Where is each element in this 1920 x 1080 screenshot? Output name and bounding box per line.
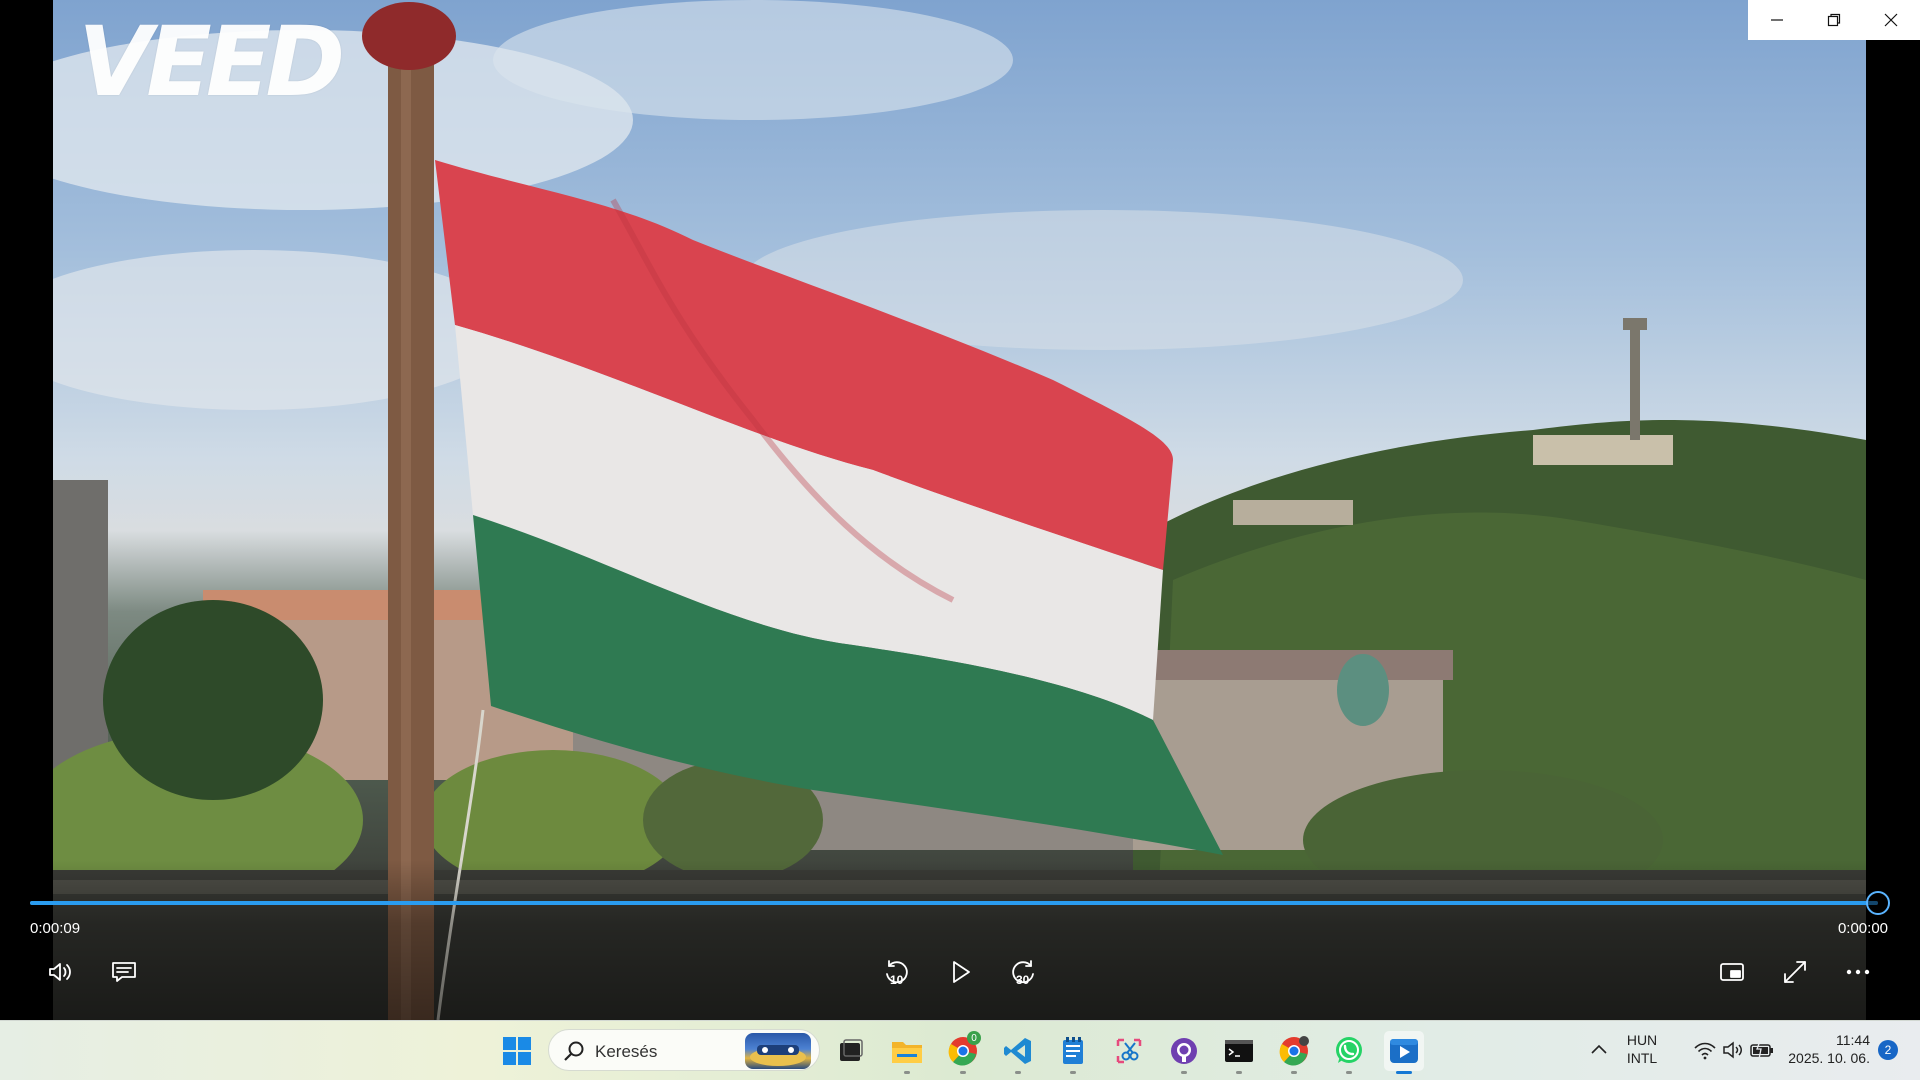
running-indicator — [1015, 1071, 1021, 1074]
task-view-icon — [840, 1039, 863, 1061]
close-icon — [1884, 13, 1897, 27]
language-code: HUN — [1626, 1032, 1658, 1048]
search-highlight-icon — [750, 1045, 806, 1066]
file-explorer-button[interactable] — [887, 1031, 927, 1074]
mini-view-button[interactable] — [1710, 950, 1754, 994]
file-explorer-icon — [892, 1042, 922, 1063]
language-indicator[interactable]: HUN INTL — [1618, 1031, 1666, 1067]
start-icon — [503, 1037, 531, 1065]
media-player-icon — [1390, 1039, 1418, 1063]
notepad-icon — [1063, 1037, 1083, 1064]
clock-time: 11:44 — [1836, 1032, 1870, 1048]
start-button[interactable] — [497, 1031, 537, 1071]
mini-view-icon — [1720, 963, 1744, 981]
controls-overlay — [0, 860, 1920, 1020]
minimize-button[interactable] — [1748, 0, 1805, 40]
search-highlight-image[interactable] — [745, 1033, 811, 1069]
play-button[interactable] — [938, 950, 982, 994]
skip-back-seconds: 10 — [890, 973, 904, 987]
seek-bar-thumb[interactable] — [1866, 891, 1890, 915]
search-placeholder: Keresés — [595, 1042, 658, 1061]
running-indicator — [1396, 1071, 1412, 1074]
skip-forward-seconds: 30 — [1016, 973, 1030, 987]
seek-bar[interactable] — [30, 891, 1890, 915]
veed-watermark-logo: VEED — [78, 6, 345, 118]
whatsapp-icon — [1336, 1037, 1362, 1063]
notepad-button[interactable] — [1053, 1031, 1093, 1074]
chevron-up-icon — [1591, 1044, 1607, 1054]
terminal-icon — [1225, 1040, 1253, 1062]
running-indicator — [1236, 1071, 1242, 1074]
clock[interactable]: 11:44 2025. 10. 06. — [1770, 1031, 1870, 1067]
task-view-button[interactable] — [831, 1031, 871, 1071]
play-icon — [953, 961, 970, 983]
restore-icon — [1827, 13, 1840, 27]
minimize-icon — [1770, 19, 1783, 21]
fullscreen-icon — [1784, 961, 1806, 983]
search-icon — [564, 1041, 584, 1061]
skip-back-button[interactable]: 10 — [874, 950, 918, 994]
running-indicator — [904, 1071, 910, 1074]
running-indicator — [1070, 1071, 1076, 1074]
running-indicator — [1291, 1071, 1297, 1074]
more-options-button[interactable] — [1836, 950, 1880, 994]
chrome-profile-icon — [1279, 1036, 1309, 1066]
restore-button[interactable] — [1805, 0, 1862, 40]
chrome-profile-button[interactable] — [1274, 1031, 1314, 1074]
snipping-tool-button[interactable] — [1109, 1031, 1149, 1071]
snipping-tool-icon — [1116, 1038, 1142, 1064]
total-time: 0:00:00 — [1837, 920, 1888, 937]
vscode-button[interactable] — [998, 1031, 1038, 1074]
more-icon — [1846, 969, 1870, 975]
skip-forward-button[interactable]: 30 — [1002, 950, 1046, 994]
clock-date: 2025. 10. 06. — [1788, 1050, 1870, 1066]
keyboard-layout: INTL — [1626, 1050, 1658, 1066]
speaker-icon — [1723, 1041, 1742, 1059]
running-indicator — [960, 1071, 966, 1074]
current-time: 0:00:09 — [30, 920, 81, 937]
github-button[interactable] — [1164, 1031, 1204, 1074]
notification-badge[interactable]: 2 — [1878, 1040, 1898, 1060]
volume-icon — [49, 963, 71, 981]
fullscreen-button[interactable] — [1773, 950, 1817, 994]
volume-button[interactable] — [38, 950, 82, 994]
github-icon — [1171, 1038, 1197, 1064]
running-indicator — [1181, 1071, 1187, 1074]
taskbar-search[interactable]: Keresés — [548, 1029, 820, 1071]
running-indicator — [1346, 1071, 1352, 1074]
wifi-icon — [1694, 1042, 1716, 1060]
window-caption-buttons — [1748, 0, 1920, 40]
media-player-button[interactable] — [1384, 1031, 1424, 1074]
captions-button[interactable] — [102, 950, 146, 994]
seek-bar-progress — [30, 901, 1878, 905]
close-button[interactable] — [1862, 0, 1919, 40]
whatsapp-button[interactable] — [1329, 1031, 1369, 1074]
show-hidden-icons-button[interactable] — [1579, 1030, 1619, 1070]
chrome-button[interactable]: 0 — [943, 1031, 983, 1074]
terminal-button[interactable] — [1219, 1031, 1259, 1074]
captions-icon — [112, 962, 136, 982]
media-player-window: VEED 0:00:09 0:00:00 10 30 — [0, 0, 1920, 1020]
chrome-badge: 0 — [967, 1031, 981, 1045]
vscode-icon — [1004, 1038, 1031, 1064]
